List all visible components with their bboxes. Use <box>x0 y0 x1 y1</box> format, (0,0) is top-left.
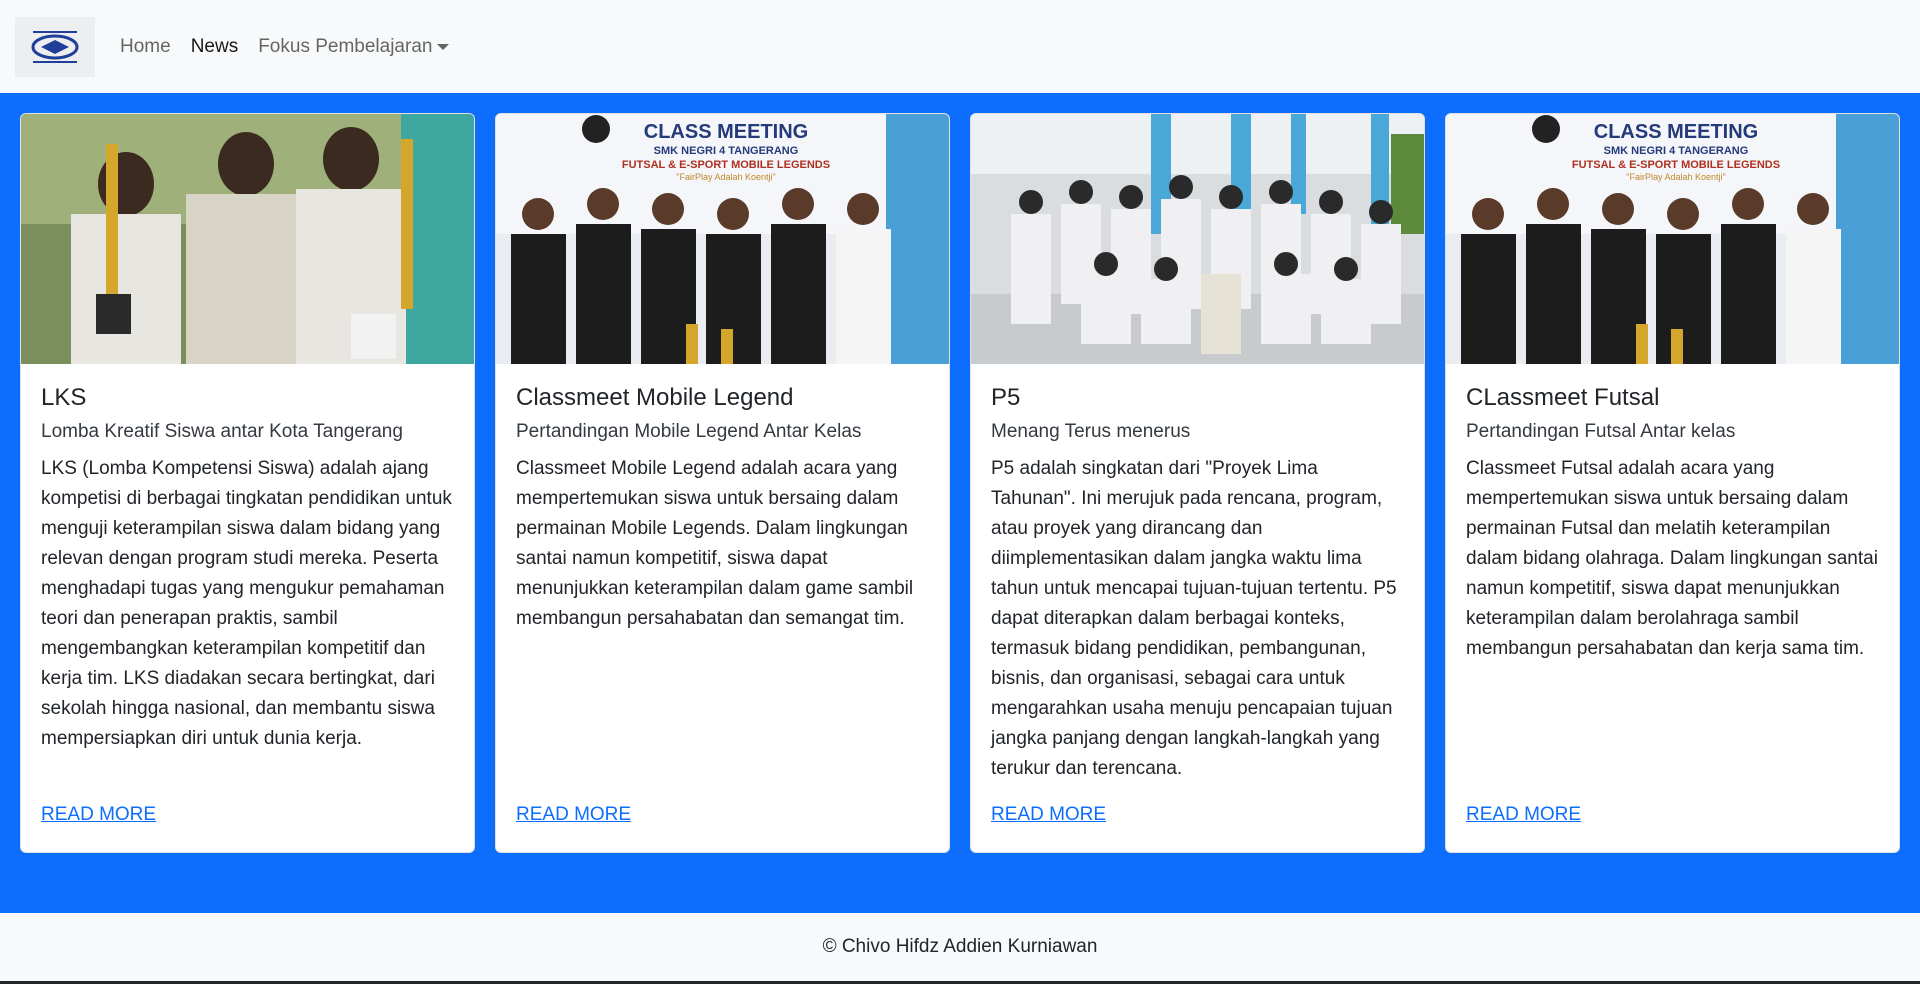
banner-line1: CLASS MEETING <box>1594 121 1758 143</box>
news-card-classmeet-futsal: CLASS MEETING SMK NEGRI 4 TANGERANG FUTS… <box>1445 113 1900 853</box>
banner-line2: SMK NEGRI 4 TANGERANG <box>1604 145 1749 157</box>
card-image-classmeet-ml: CLASS MEETING SMK NEGRI 4 TANGERANG FUTS… <box>496 114 949 364</box>
card-subtitle: Pertandingan Futsal Antar kelas <box>1466 420 1736 442</box>
caret-down-icon <box>437 43 450 50</box>
school-logo[interactable] <box>15 16 95 77</box>
card-title: Classmeet Mobile Legend <box>516 384 794 411</box>
card-title: P5 <box>991 384 1021 411</box>
card-subtitle: Menang Terus menerus <box>991 420 1191 442</box>
card-title: LKS <box>41 384 87 411</box>
card-image-classmeet-futsal: CLASS MEETING SMK NEGRI 4 TANGERANG FUTS… <box>1446 114 1899 364</box>
card-text: P5 adalah singkatan dari "Proyek Lima Ta… <box>991 457 1397 779</box>
news-section: LKS Lomba Kreatif Siswa antar Kota Tange… <box>0 93 1920 913</box>
card-subtitle: Pertandingan Mobile Legend Antar Kelas <box>516 420 862 442</box>
news-card-classmeet-mobile-legend: CLASS MEETING SMK NEGRI 4 TANGERANG FUTS… <box>495 113 950 853</box>
news-card-p5: P5 Menang Terus menerus P5 adalah singka… <box>970 113 1425 853</box>
copyright-text: © Chivo Hifdz Addien Kurniawan <box>822 936 1098 957</box>
banner-line4: "FairPlay Adalah Koentji" <box>1626 172 1725 182</box>
read-more-link[interactable]: READ MORE <box>1466 804 1581 826</box>
nav-news[interactable]: News <box>191 36 239 58</box>
banner-line4: "FairPlay Adalah Koentji" <box>676 172 775 182</box>
footer: © Chivo Hifdz Addien Kurniawan <box>0 913 1920 984</box>
card-image-p5 <box>971 114 1424 364</box>
card-text: Classmeet Mobile Legend adalah acara yan… <box>516 457 914 629</box>
card-body-classmeet-futsal: CLassmeet Futsal Pertandingan Futsal Ant… <box>1446 364 1899 852</box>
card-subtitle: Lomba Kreatif Siswa antar Kota Tangerang <box>41 420 403 442</box>
nav-fokus-label: Fokus Pembelajaran <box>258 35 433 57</box>
navbar: Home News Fokus Pembelajaran <box>0 0 1920 93</box>
banner-line3: FUTSAL & E-SPORT MOBILE LEGENDS <box>1572 159 1780 171</box>
card-body-classmeet-ml: Classmeet Mobile Legend Pertandingan Mob… <box>496 364 949 852</box>
nav-fokus-pembelajaran-dropdown[interactable]: Fokus Pembelajaran <box>258 35 450 58</box>
read-more-link[interactable]: READ MORE <box>41 804 156 826</box>
read-more-link[interactable]: READ MORE <box>516 804 631 826</box>
read-more-link[interactable]: READ MORE <box>991 804 1106 826</box>
card-title: CLassmeet Futsal <box>1466 384 1660 411</box>
nav-home[interactable]: Home <box>120 36 171 58</box>
card-text: LKS (Lomba Kompetensi Siswa) adalah ajan… <box>41 457 452 749</box>
card-body-lks: LKS Lomba Kreatif Siswa antar Kota Tange… <box>21 364 474 852</box>
banner-line1: CLASS MEETING <box>644 121 808 143</box>
card-body-p5: P5 Menang Terus menerus P5 adalah singka… <box>971 364 1424 852</box>
banner-line3: FUTSAL & E-SPORT MOBILE LEGENDS <box>622 159 830 171</box>
news-card-lks: LKS Lomba Kreatif Siswa antar Kota Tange… <box>20 113 475 853</box>
card-text: Classmeet Futsal adalah acara yang mempe… <box>1466 457 1878 659</box>
card-image-lks <box>21 114 474 364</box>
banner-line2: SMK NEGRI 4 TANGERANG <box>654 145 799 157</box>
